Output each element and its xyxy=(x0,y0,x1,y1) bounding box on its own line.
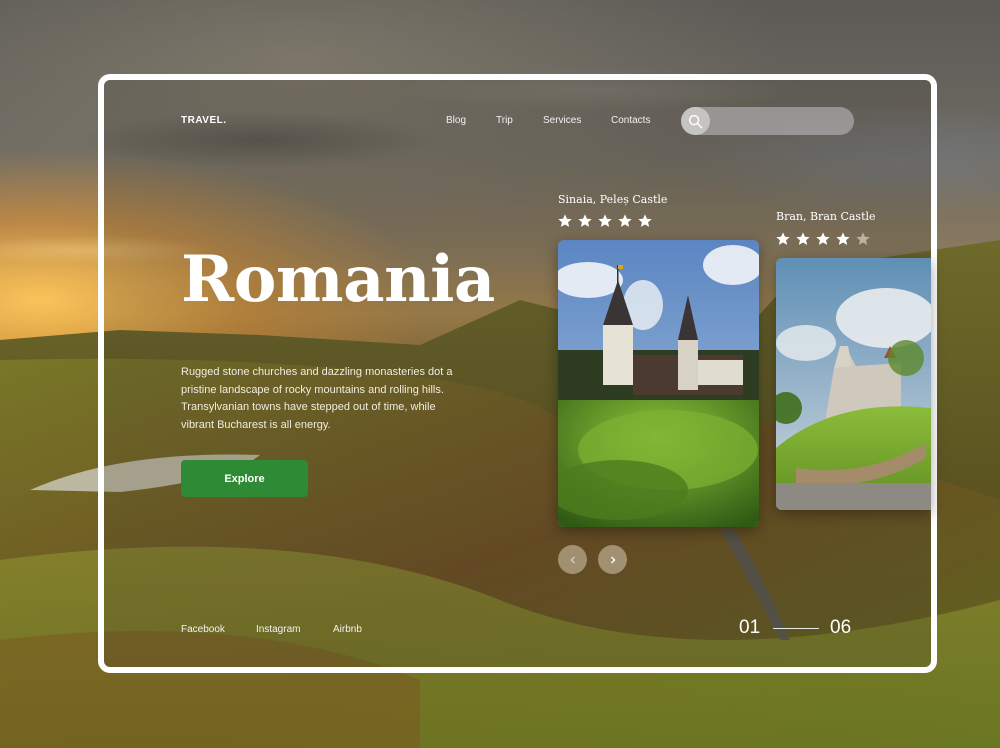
logo[interactable]: TRAVEL. xyxy=(181,115,227,126)
star-filled-icon xyxy=(638,214,652,227)
slide-current: 01 xyxy=(739,617,761,638)
nav-services[interactable]: Services xyxy=(543,115,581,126)
card-image-bran-castle[interactable] xyxy=(776,258,931,510)
rating-bran xyxy=(775,231,871,247)
card-title-bran: Bran, Bran Castle xyxy=(776,210,876,223)
link-airbnb[interactable]: Airbnb xyxy=(333,624,362,635)
nav-trip[interactable]: Trip xyxy=(496,115,513,126)
star-filled-icon xyxy=(836,232,850,245)
card-title-peles: Sinaia, Peleș Castle xyxy=(558,193,668,206)
star-filled-icon xyxy=(618,214,632,227)
search-icon xyxy=(688,114,703,128)
star-filled-icon xyxy=(558,214,572,227)
nav-contacts[interactable]: Contacts xyxy=(611,115,650,126)
star-empty-icon xyxy=(856,232,870,245)
slide-progress-line xyxy=(773,628,819,629)
chevron-right-icon xyxy=(610,556,615,563)
nav-blog[interactable]: Blog xyxy=(446,115,466,126)
page-title: Romania xyxy=(181,242,495,317)
prev-slide-button[interactable] xyxy=(558,545,587,574)
card-image-peles-castle[interactable] xyxy=(558,240,759,527)
link-facebook[interactable]: Facebook xyxy=(181,624,225,635)
link-instagram[interactable]: Instagram xyxy=(256,624,300,635)
star-filled-icon xyxy=(776,232,790,245)
search-button[interactable] xyxy=(681,107,710,135)
star-filled-icon xyxy=(816,232,830,245)
next-slide-button[interactable] xyxy=(598,545,627,574)
rating-peles xyxy=(557,213,653,229)
bran-castle-image xyxy=(776,258,931,510)
star-filled-icon xyxy=(578,214,592,227)
star-filled-icon xyxy=(598,214,612,227)
hero-description: Rugged stone churches and dazzling monas… xyxy=(181,366,453,431)
search-bar xyxy=(681,107,854,135)
star-filled-icon xyxy=(796,232,810,245)
chevron-left-icon xyxy=(570,556,575,563)
slide-total: 06 xyxy=(830,617,852,638)
search-input[interactable] xyxy=(713,107,849,135)
peles-castle-image xyxy=(558,240,759,527)
explore-button[interactable]: Explore xyxy=(181,460,308,497)
